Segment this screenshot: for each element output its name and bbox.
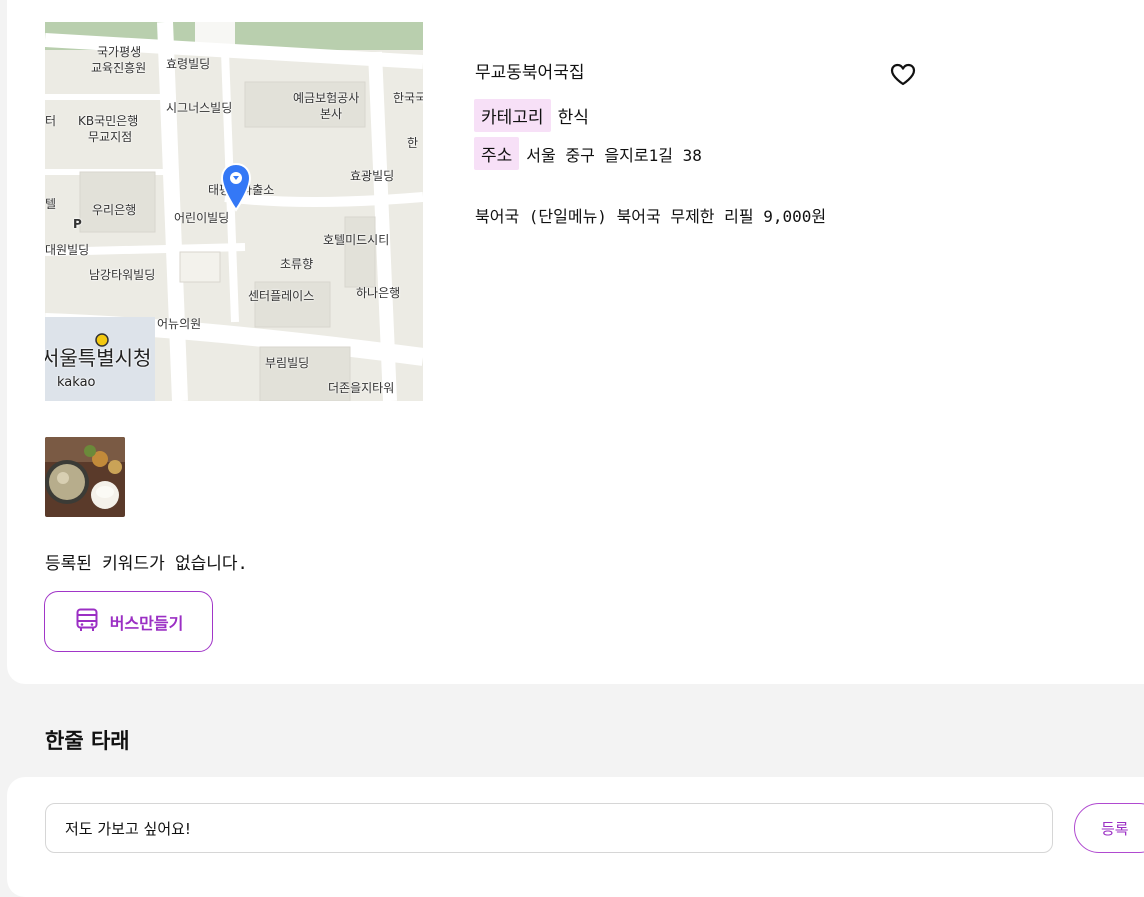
bus-icon — [74, 607, 100, 637]
map-label: 하나은행 — [356, 286, 401, 300]
address-tag: 주소 — [474, 137, 520, 170]
map-label: 효광빌딩 — [350, 169, 395, 183]
submit-comment-button[interactable]: 등록 — [1074, 803, 1144, 853]
map-view[interactable]: 국가평생 교육진흥원 효령빌딩 시그너스빌딩 예금보험공사 본사 한국국 KB국… — [45, 22, 423, 401]
heart-icon[interactable] — [890, 63, 916, 87]
parking-icon: P — [73, 217, 82, 231]
map-label: 교육진흥원 — [91, 61, 147, 75]
map-label: 무교지점 — [88, 130, 133, 144]
restaurant-name: 무교동북어국집 — [475, 63, 585, 83]
map-label: 효령빌딩 — [166, 57, 211, 71]
map-label: 텔 — [45, 197, 57, 211]
address-value: 서울 중구 을지로1길 38 — [526, 145, 702, 165]
category-value: 한식 — [557, 108, 589, 128]
restaurant-photo-thumbnail[interactable] — [45, 437, 125, 517]
map-label: 시그너스빌딩 — [166, 101, 233, 115]
map-label: 부림빌딩 — [265, 356, 310, 370]
make-bus-button-label: 버스만들기 — [109, 613, 184, 633]
map-label: 어뉴의원 — [157, 317, 202, 331]
map-label: 대원빌딩 — [45, 243, 90, 257]
category-tag: 카테고리 — [474, 99, 551, 132]
category-row: 카테고리 한식 — [474, 99, 589, 132]
map-label: 호텔미드시티 — [323, 233, 390, 247]
comment-input[interactable] — [45, 803, 1053, 853]
map-label: KB국민은행 — [78, 114, 139, 128]
kakao-logo: kakao — [57, 375, 96, 390]
map-label: 국가평생 — [97, 45, 142, 59]
map-label: 센터플레이스 — [248, 289, 315, 303]
map-label: 남강타워빌딩 — [89, 268, 156, 282]
keywords-empty-text: 등록된 키워드가 없습니다. — [45, 554, 248, 574]
map-label: 한국국 — [393, 91, 423, 105]
map-label: 어린이빌딩 — [174, 211, 230, 225]
map-label: 한 — [407, 136, 419, 150]
make-bus-button[interactable]: 버스만들기 — [44, 591, 213, 652]
map-label: 본사 — [320, 107, 343, 121]
map-label-city-hall: 서울특별시청 — [45, 346, 152, 370]
menu-description: 북어국 (단일메뉴) 북어국 무제한 리필 9,000원 — [475, 207, 827, 226]
map-label: 예금보험공사 — [293, 91, 360, 105]
address-row: 주소 서울 중구 을지로1길 38 — [474, 137, 702, 170]
map-label: 우리은행 — [92, 203, 137, 217]
map-label: 초류향 — [280, 257, 314, 271]
comments-section-title: 한줄 타래 — [45, 729, 130, 753]
map-label: 터 — [45, 114, 57, 128]
map-label: 더존을지타워 — [328, 381, 395, 395]
